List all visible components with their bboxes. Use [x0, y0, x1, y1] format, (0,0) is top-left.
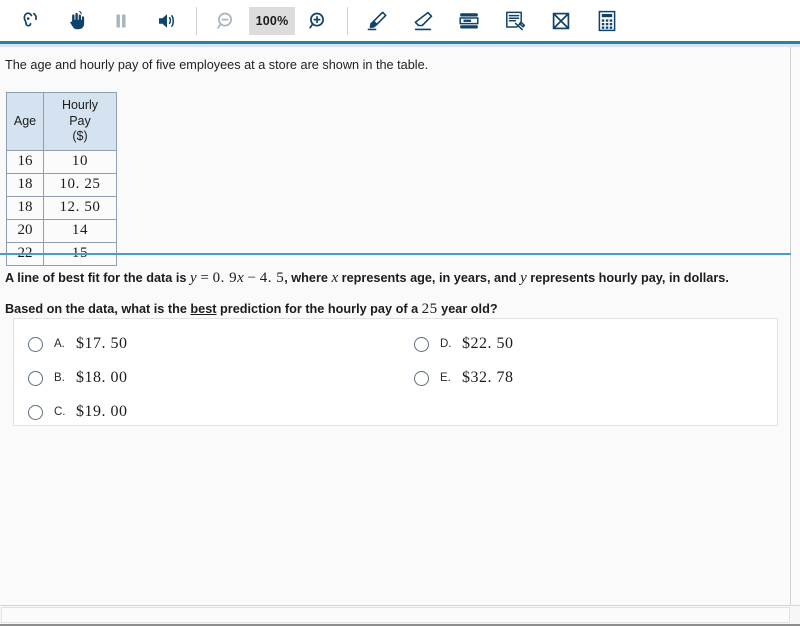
- cross-out-icon[interactable]: [538, 2, 584, 40]
- best-fit-var-y2: y: [520, 270, 527, 286]
- cell-pay: 12. 50: [43, 195, 117, 220]
- cell-age: 16: [6, 149, 44, 174]
- radio-button-a[interactable]: [28, 336, 43, 352]
- choice-option-e[interactable]: E. $32. 78: [414, 367, 514, 389]
- answer-choices-container: A. $17. 50 B. $18. 00 C. $19. 00 D. $22.…: [13, 318, 778, 426]
- toolbar: 100%: [0, 0, 800, 41]
- question-prompt-text: Based on the data, what is the best pred…: [5, 299, 498, 319]
- calculator-icon[interactable]: [584, 2, 630, 40]
- test-question-viewer: 100% The age and hourly pay of five empl…: [0, 0, 800, 626]
- choice-value-b: $18. 00: [76, 369, 128, 386]
- highlighter-icon[interactable]: [354, 2, 400, 40]
- notepad-icon[interactable]: [492, 2, 538, 40]
- choice-value-c: $19. 00: [76, 403, 128, 420]
- prompt-mid: prediction for the hourly pay of a: [216, 302, 422, 316]
- column-header-hourly-pay-line1: Hourly Pay: [61, 98, 99, 128]
- question-intro-text: The age and hourly pay of five employees…: [5, 58, 429, 72]
- radio-button-c[interactable]: [28, 404, 43, 420]
- radio-button-b[interactable]: [28, 370, 43, 386]
- zoom-level-indicator[interactable]: 100%: [249, 6, 295, 35]
- best-fit-prefix: A line of best fit for the data is: [5, 271, 190, 285]
- choice-value-e: $32. 78: [462, 369, 514, 386]
- choice-option-b[interactable]: B. $18. 00: [28, 367, 128, 389]
- cell-age: 18: [6, 195, 44, 220]
- best-fit-var-y: y: [189, 270, 197, 286]
- table-row: 18 12. 50: [6, 195, 117, 220]
- choice-letter-e: E.: [440, 372, 451, 384]
- cell-age: 20: [6, 218, 44, 243]
- question-page: The age and hourly pay of five employees…: [0, 47, 791, 605]
- horizontal-scrollbar-thumb[interactable]: [1, 607, 790, 623]
- table-row: 18 10. 25: [6, 172, 117, 197]
- table-row: 16 10: [6, 149, 117, 174]
- choice-value-d: $22. 50: [462, 335, 514, 352]
- section-divider: [0, 253, 791, 255]
- column-header-age: Age: [6, 92, 44, 151]
- zoom-out-icon[interactable]: [203, 2, 249, 40]
- cell-age: 18: [6, 172, 44, 197]
- best-fit-equals: =: [196, 270, 213, 286]
- table-header-row: Age Hourly Pay ($): [6, 92, 117, 151]
- prompt-emphasis: best: [190, 302, 217, 316]
- toolbar-separator-2: [347, 6, 348, 35]
- line-reader-icon[interactable]: [446, 2, 492, 40]
- zoom-in-icon[interactable]: [295, 2, 341, 40]
- line-of-best-fit-text: A line of best fit for the data is y = 0…: [5, 268, 729, 288]
- eraser-icon[interactable]: [400, 2, 446, 40]
- prompt-age-number: 25: [421, 301, 438, 317]
- table-row: 20 14: [6, 218, 117, 243]
- choice-option-c[interactable]: C. $19. 00: [28, 401, 128, 423]
- cell-pay: 10. 25: [43, 172, 117, 197]
- pause-icon[interactable]: [98, 2, 144, 40]
- best-fit-var-x-eq: x: [237, 270, 244, 286]
- column-header-hourly-pay-line2: ($): [72, 129, 88, 144]
- choice-letter-a: A.: [54, 338, 65, 350]
- horizontal-scrollbar[interactable]: [0, 605, 800, 626]
- choice-value-a: $17. 50: [76, 335, 128, 352]
- volume-icon[interactable]: [144, 2, 190, 40]
- listen-icon[interactable]: [6, 2, 52, 40]
- best-fit-x-description: represents age, in years, and: [338, 271, 521, 285]
- prompt-prefix: Based on the data, what is the: [5, 302, 191, 316]
- best-fit-mid: , where: [284, 271, 332, 285]
- column-header-hourly-pay: Hourly Pay ($): [43, 92, 117, 151]
- choice-letter-c: C.: [54, 406, 66, 418]
- choice-letter-d: D.: [440, 338, 452, 350]
- pointer-hand-icon[interactable]: [52, 2, 98, 40]
- cell-pay: 14: [43, 218, 117, 243]
- choice-option-a[interactable]: A. $17. 50: [28, 333, 128, 355]
- cell-pay: 10: [43, 149, 117, 174]
- best-fit-slope: 0. 9: [212, 270, 238, 286]
- prompt-suffix: year old?: [437, 302, 498, 316]
- best-fit-minus: −: [243, 270, 260, 286]
- toolbar-separator-1: [196, 6, 197, 35]
- best-fit-y-description: represents hourly pay, in dollars.: [526, 271, 729, 285]
- choice-letter-b: B.: [54, 372, 65, 384]
- best-fit-intercept: 4. 5: [259, 270, 285, 286]
- choice-option-d[interactable]: D. $22. 50: [414, 333, 514, 355]
- data-table: Age Hourly Pay ($) 16 10 18 10. 25 18 12…: [6, 92, 117, 266]
- radio-button-e[interactable]: [414, 370, 429, 386]
- radio-button-d[interactable]: [414, 336, 429, 352]
